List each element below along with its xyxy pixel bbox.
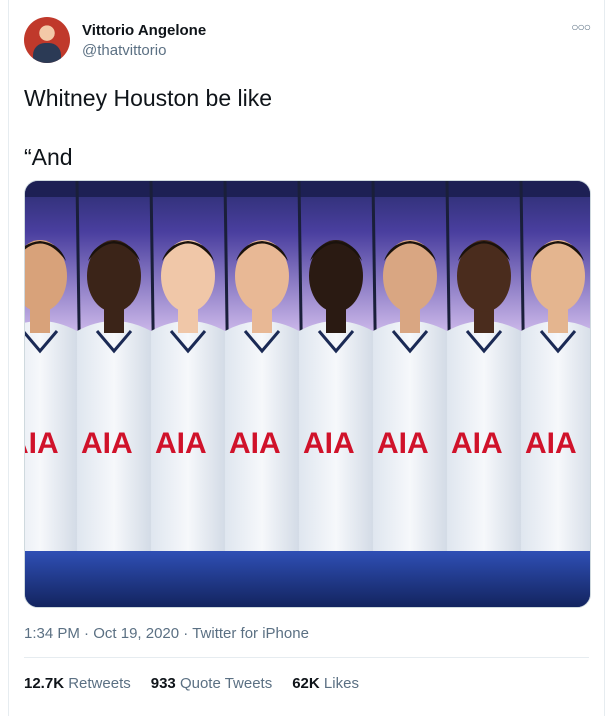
player-shorts	[25, 551, 77, 607]
tweet-media-image[interactable]: AIAAIAAIAAIAAIAAIAAIAAIAAIA	[24, 180, 591, 608]
more-options-icon[interactable]: ○○○	[571, 20, 591, 34]
tweet-source[interactable]: Twitter for iPhone	[192, 625, 309, 642]
player-shorts	[521, 551, 590, 607]
divider	[24, 657, 589, 658]
user-handle[interactable]: @thatvittorio	[82, 42, 166, 59]
tweet-time[interactable]: 1:34 PM	[24, 625, 80, 642]
likes-stat[interactable]: 62K Likes	[292, 675, 359, 692]
player-shorts	[225, 551, 299, 607]
tweet-date[interactable]: Oct 19, 2020	[93, 625, 179, 642]
quote-tweets-stat[interactable]: 933 Quote Tweets	[151, 675, 272, 692]
player-head	[25, 240, 67, 312]
sponsor-text: AIA	[525, 427, 577, 460]
avatar[interactable]	[24, 17, 70, 63]
user-name[interactable]: Vittorio Angelone	[82, 22, 206, 39]
tweet-stats: 12.7K Retweets 933 Quote Tweets 62K Like…	[24, 675, 359, 692]
sponsor-text: AIA	[229, 427, 281, 460]
tweet-text-line-1: Whitney Houston be like	[24, 85, 273, 111]
player-shorts	[151, 551, 225, 607]
tweet-text-line-2: “And	[24, 144, 73, 170]
tweet-card: Vittorio Angelone @thatvittorio ○○○ Whit…	[8, 0, 605, 716]
avatar-figure	[33, 43, 61, 63]
retweets-label: Retweets	[68, 675, 131, 692]
sponsor-text: AIA	[25, 427, 59, 460]
player-shorts	[299, 551, 373, 607]
quote-tweets-label: Quote Tweets	[179, 675, 273, 692]
sponsor-text: AIA	[155, 427, 207, 460]
player-shorts	[373, 551, 447, 607]
tweet-meta: 1:34 PM · Oct 19, 2020 · Twitter for iPh…	[24, 625, 309, 642]
quote-tweets-count: 933	[150, 675, 176, 692]
player-shorts	[447, 551, 521, 607]
retweets-count: 12.7K	[24, 675, 65, 692]
sponsor-text: AIA	[303, 427, 355, 460]
meta-separator: ·	[79, 625, 94, 642]
sponsor-text: AIA	[377, 427, 429, 460]
sponsor-text: AIA	[81, 427, 133, 460]
meta-separator: ·	[179, 625, 193, 642]
players-photo: AIAAIAAIAAIAAIAAIAAIAAIAAIA	[25, 181, 590, 607]
likes-count: 62K	[292, 675, 320, 692]
sponsor-text: AIA	[451, 427, 503, 460]
retweets-stat[interactable]: 12.7K Retweets	[24, 675, 131, 692]
likes-label: Likes	[323, 675, 359, 692]
player-shorts	[77, 551, 151, 607]
